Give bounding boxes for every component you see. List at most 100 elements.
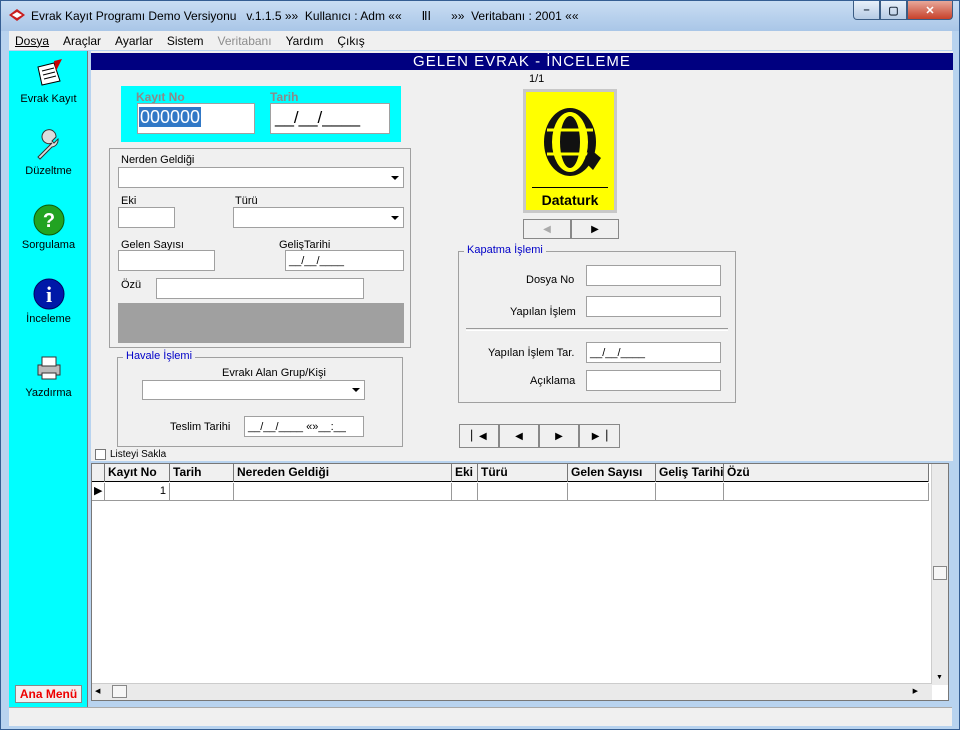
minimize-button[interactable]: – [853,1,880,20]
kapatma-divider [466,328,728,331]
svg-text:i: i [45,282,51,307]
status-bar [9,707,952,726]
turu-combo[interactable] [233,207,404,228]
close-button[interactable]: ✕ [907,1,953,20]
gelis-tarihi-field[interactable]: __/__/____ [285,250,404,271]
sidebar-item-label: Düzeltme [25,165,72,177]
sidebar-item-duzeltme[interactable]: Düzeltme [9,125,88,195]
menu-sistem[interactable]: Sistem [167,34,204,48]
ozu-label: Özü [121,279,142,291]
col-turu[interactable]: Türü [478,464,568,482]
title-bar[interactable]: Evrak Kayıt Programı Demo Versiyonu v.1.… [1,1,959,31]
records-grid: Kayıt No Tarih Nereden Geldiği Eki Türü … [91,463,949,701]
next-image-button[interactable]: ▶ [571,219,619,239]
tarih-field[interactable]: __/__/____ [270,103,390,134]
cell-kayit-no: 1 [105,483,170,500]
chevron-down-icon [391,215,399,220]
wrench-icon [36,129,59,160]
listeyi-sakla-checkbox[interactable] [95,449,106,460]
table-row[interactable]: ▶ 1 [92,483,929,501]
col-kayit-no[interactable]: Kayıt No [105,464,170,482]
svg-text:?: ? [42,210,54,232]
dosya-no-field[interactable] [586,265,721,286]
menu-cikis[interactable]: Çıkış [337,34,364,48]
page-title: GELEN EVRAK - İNCELEME [91,53,953,70]
col-gelen-sayisi[interactable]: Gelen Sayısı [568,464,656,482]
nerden-label: Nerden Geldiği [121,154,195,166]
vertical-scrollbar[interactable]: ▼ [931,464,948,685]
scroll-down-icon[interactable]: ▼ [936,674,943,681]
kapatma-caption: Kapatma İşlemi [464,244,546,256]
evraki-alan-combo[interactable] [142,380,365,400]
cell-turu [478,483,568,500]
question-icon: ? [33,204,64,236]
document-edit-icon [36,59,62,86]
gelen-sayisi-field[interactable] [118,250,215,271]
menu-ayarlar[interactable]: Ayarlar [115,34,153,48]
info-icon: i [33,278,64,310]
sidebar-item-label: Yazdırma [25,387,72,399]
col-tarih[interactable]: Tarih [170,464,234,482]
cell-nereden-geldigi [234,483,452,500]
sidebar-item-sorgulama[interactable]: ? Sorgulama [9,199,88,269]
eki-label: Eki [121,195,137,207]
yapilan-islem-tar-field[interactable]: __/__/____ [586,342,721,363]
grid-header: Kayıt No Tarih Nereden Geldiği Eki Türü … [92,464,929,482]
chevron-down-icon [391,175,399,180]
teslim-tarihi-label: Teslim Tarihi [170,421,231,433]
row-indicator-icon: ▶ [92,483,105,500]
horizontal-scrollbar[interactable]: ◀ ▶ [92,683,932,700]
sidebar-item-yazdirma[interactable]: Yazdırma [9,347,88,417]
horizontal-scroll-thumb[interactable] [112,685,127,698]
col-eki[interactable]: Eki [452,464,478,482]
prev-image-button[interactable]: ◀ [523,219,571,239]
kapatma-group: Kapatma İşlemi Dosya No Yapılan İşlem Ya… [458,244,736,403]
evrak-details-group: Nerden Geldiği Eki Türü Gelen Sayısı Gel… [109,148,411,348]
cell-gelen-sayisi [568,483,656,500]
maximize-button[interactable]: ▢ [880,1,907,20]
page-counter: 1/1 [529,73,545,85]
vertical-scroll-thumb[interactable] [933,566,947,580]
sidebar-item-inceleme[interactable]: i İnceleme [9,273,88,343]
prev-record-button[interactable]: ◀ [499,424,539,448]
nerden-combo[interactable] [118,167,404,188]
listeyi-sakla-label: Listeyi Sakla [110,449,167,460]
app-logo-icon [9,9,25,21]
gray-panel [118,303,404,343]
menu-bar: Dosya Araçlar Ayarlar Sistem Veritabanı … [9,31,952,50]
turu-label: Türü [235,195,258,207]
aciklama-field[interactable] [586,370,721,391]
sidebar-item-evrak-kayit[interactable]: Evrak Kayıt [9,53,88,123]
logo-divider [532,187,608,188]
app-window: Evrak Kayıt Programı Demo Versiyonu v.1.… [0,0,960,730]
scroll-left-icon[interactable]: ◀ [95,687,100,695]
menu-dosya[interactable]: Dosya [15,34,49,48]
next-record-button[interactable]: ▶ [539,424,579,448]
grid-indicator-header [92,464,105,482]
dataturk-emblem-icon [537,100,603,184]
cell-ozu [724,483,929,500]
printer-icon [37,356,60,380]
menu-yardim[interactable]: Yardım [286,34,324,48]
yapilan-islem-field[interactable] [586,296,721,317]
dosya-no-label: Dosya No [526,274,575,286]
ana-menu-button[interactable]: Ana Menü [15,685,82,703]
menu-araclar[interactable]: Araçlar [63,34,101,48]
evraki-alan-label: Evrakı Alan Grup/Kişi [222,367,326,379]
last-record-button[interactable]: ▶▕ [579,424,620,448]
yapilan-islem-tar-label: Yapılan İşlem Tar. [488,347,575,359]
havale-group: Havale İşlemi Evrakı Alan Grup/Kişi Tesl… [117,350,403,447]
col-gelis-tarihi[interactable]: Geliş Tarihi [656,464,724,482]
cell-gelis-tarihi [656,483,724,500]
eki-field[interactable] [118,207,175,228]
ozu-field[interactable] [156,278,364,299]
col-nereden-geldigi[interactable]: Nereden Geldiği [234,464,452,482]
menu-veritabani[interactable]: Veritabanı [218,34,272,48]
first-record-button[interactable]: ▏◀ [459,424,499,448]
col-ozu[interactable]: Özü [724,464,929,482]
scroll-right-icon[interactable]: ▶ [913,687,918,695]
kayit-no-field[interactable]: 000000 [137,103,255,134]
logo-text: Dataturk [541,192,599,208]
window-title: Evrak Kayıt Programı Demo Versiyonu v.1.… [31,9,579,23]
teslim-tarihi-field[interactable]: __/__/____ «»__:__ [244,416,364,437]
